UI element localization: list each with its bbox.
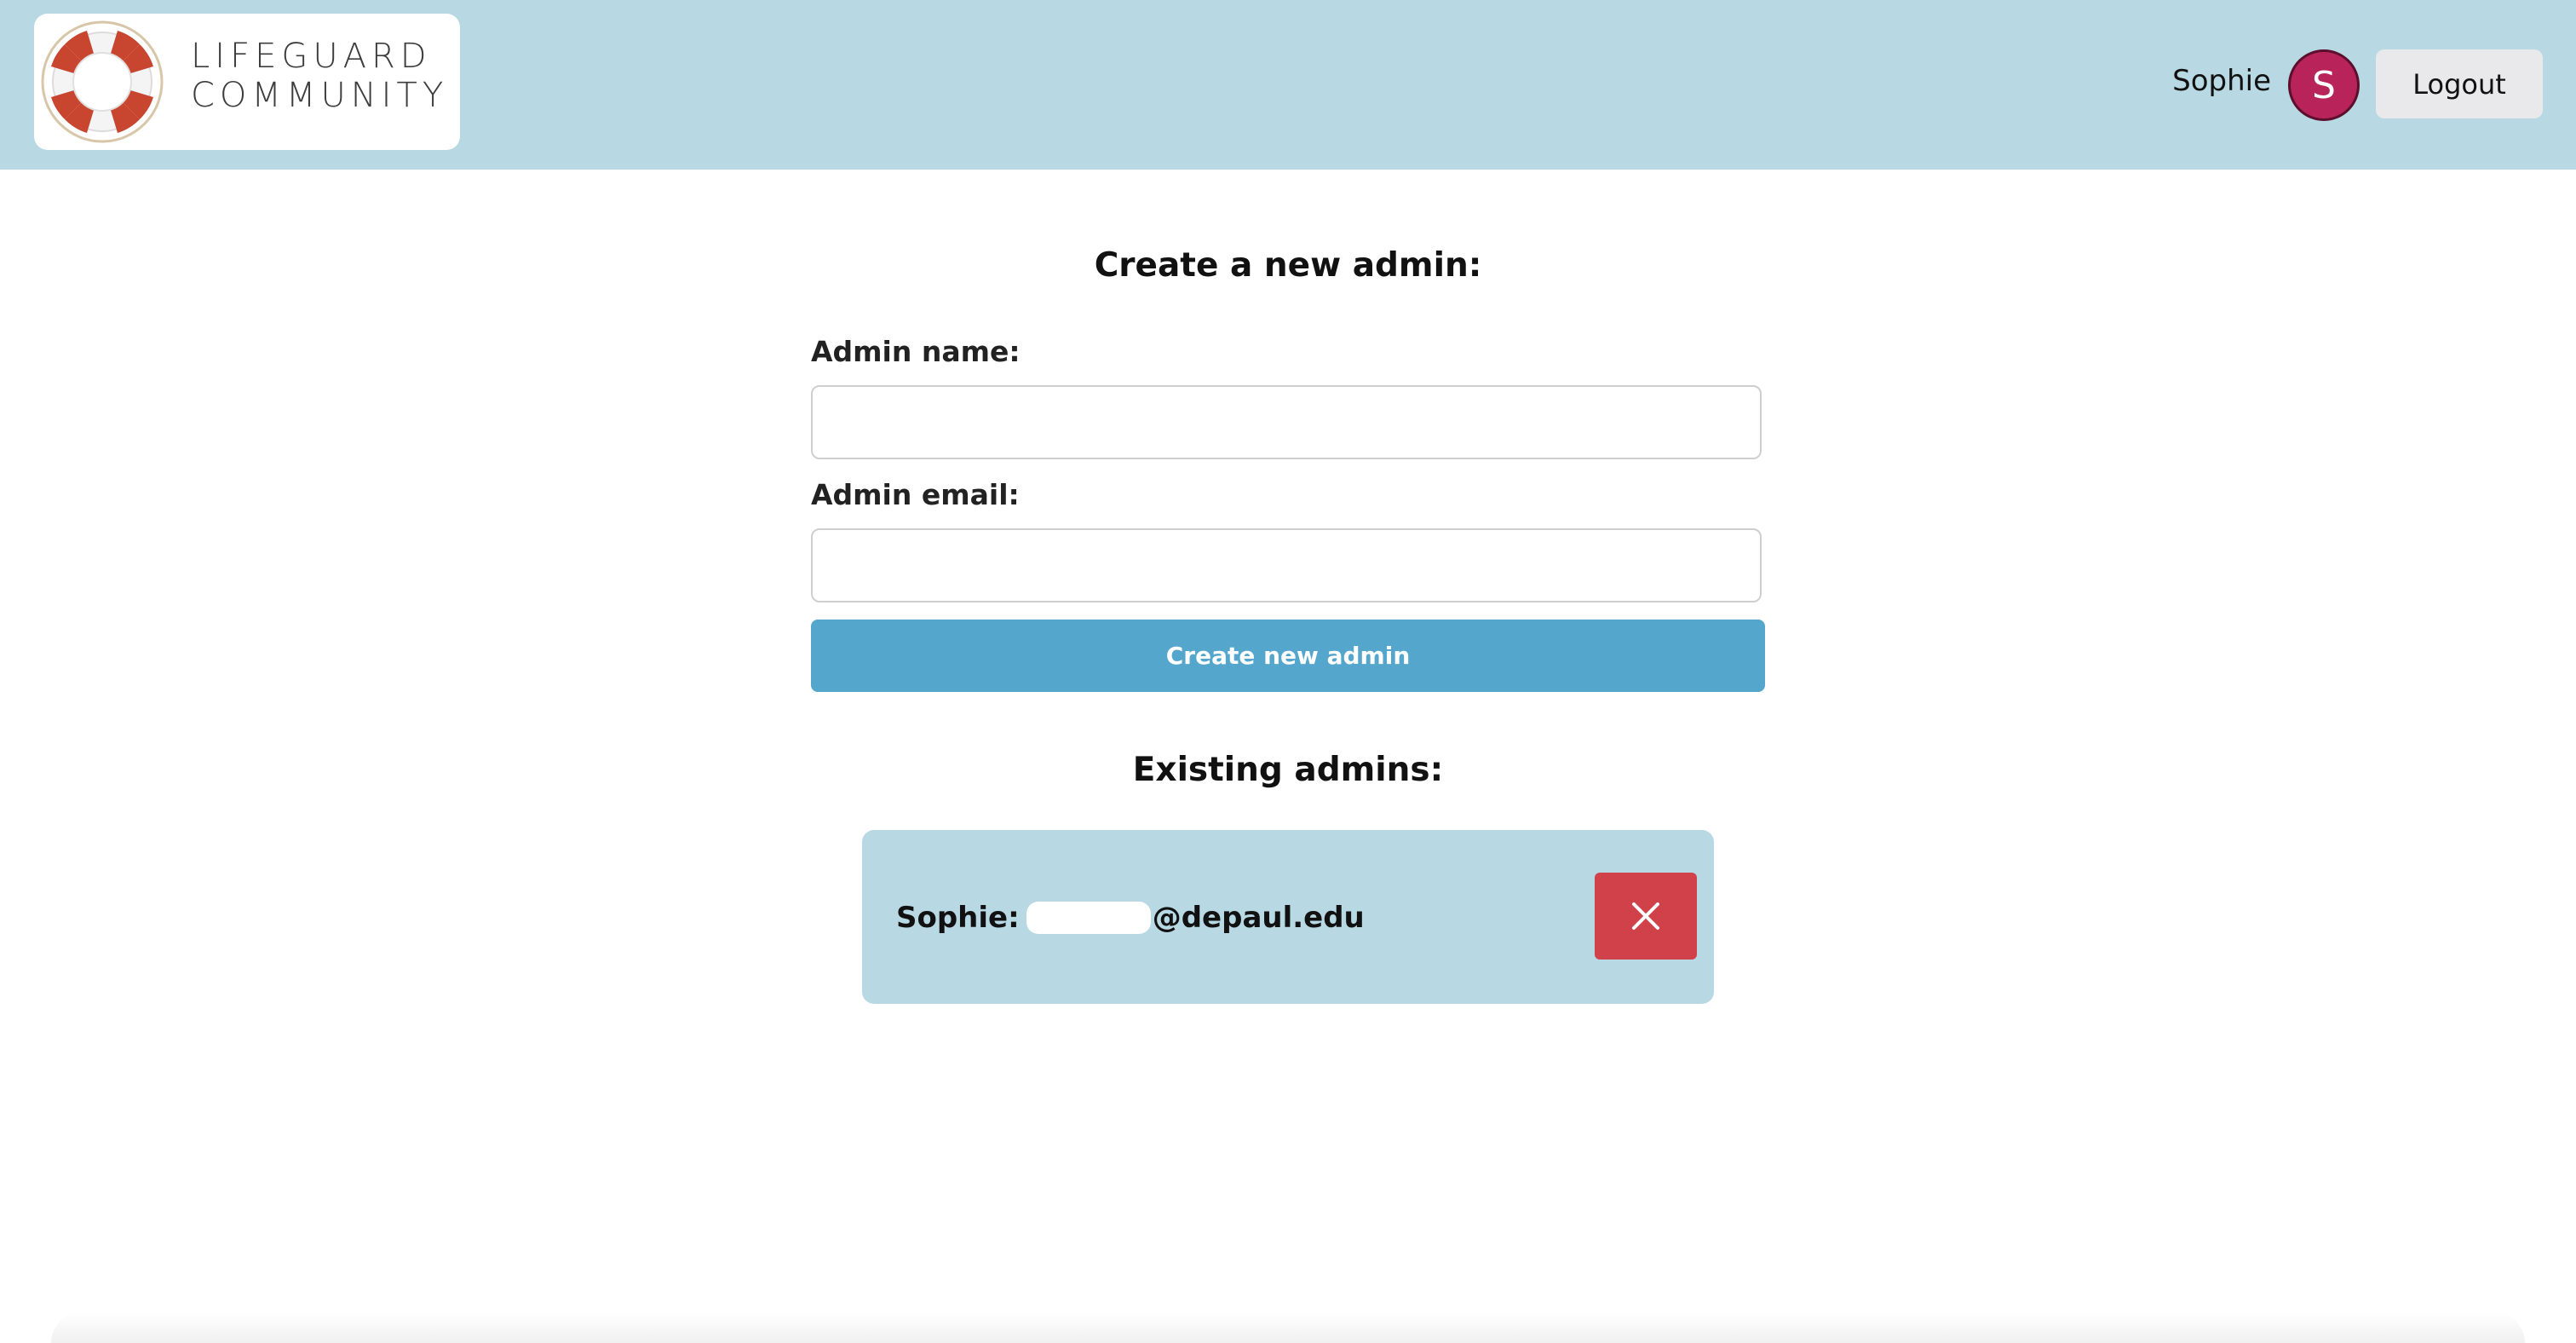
redacted-email-user [1026, 902, 1151, 934]
admin-entry-email-domain: @depaul.edu [1152, 901, 1365, 935]
page-bottom-shadow [51, 1312, 2525, 1343]
admin-name-label: Admin name: [811, 335, 1021, 368]
close-icon [1632, 902, 1659, 930]
create-admin-button[interactable]: Create new admin [811, 620, 1765, 692]
existing-admins-heading: Existing admins: [1132, 751, 1444, 789]
top-header: LIFEGUARD COMMUNITY Sophie S Logout [0, 0, 2576, 170]
avatar-initial: S [2312, 63, 2336, 107]
logo-text-line1: LIFEGUARD [191, 37, 432, 76]
site-logo[interactable]: LIFEGUARD COMMUNITY [34, 14, 460, 150]
admin-list-item: Sophie: @depaul.edu [862, 830, 1714, 1004]
delete-admin-button[interactable] [1595, 873, 1697, 960]
logout-button[interactable]: Logout [2376, 49, 2543, 118]
admin-email-label: Admin email: [811, 478, 1020, 511]
current-user-name: Sophie [2172, 64, 2271, 98]
admin-entry-name: Sophie: [896, 901, 1020, 935]
admin-name-input[interactable] [811, 385, 1762, 459]
create-admin-heading: Create a new admin: [1094, 246, 1482, 285]
lifebuoy-icon [41, 20, 164, 143]
admin-email-input[interactable] [811, 528, 1762, 602]
logo-text-line2: COMMUNITY [191, 76, 449, 115]
admin-entry-text: Sophie: @depaul.edu [896, 902, 1365, 934]
avatar[interactable]: S [2288, 49, 2360, 121]
